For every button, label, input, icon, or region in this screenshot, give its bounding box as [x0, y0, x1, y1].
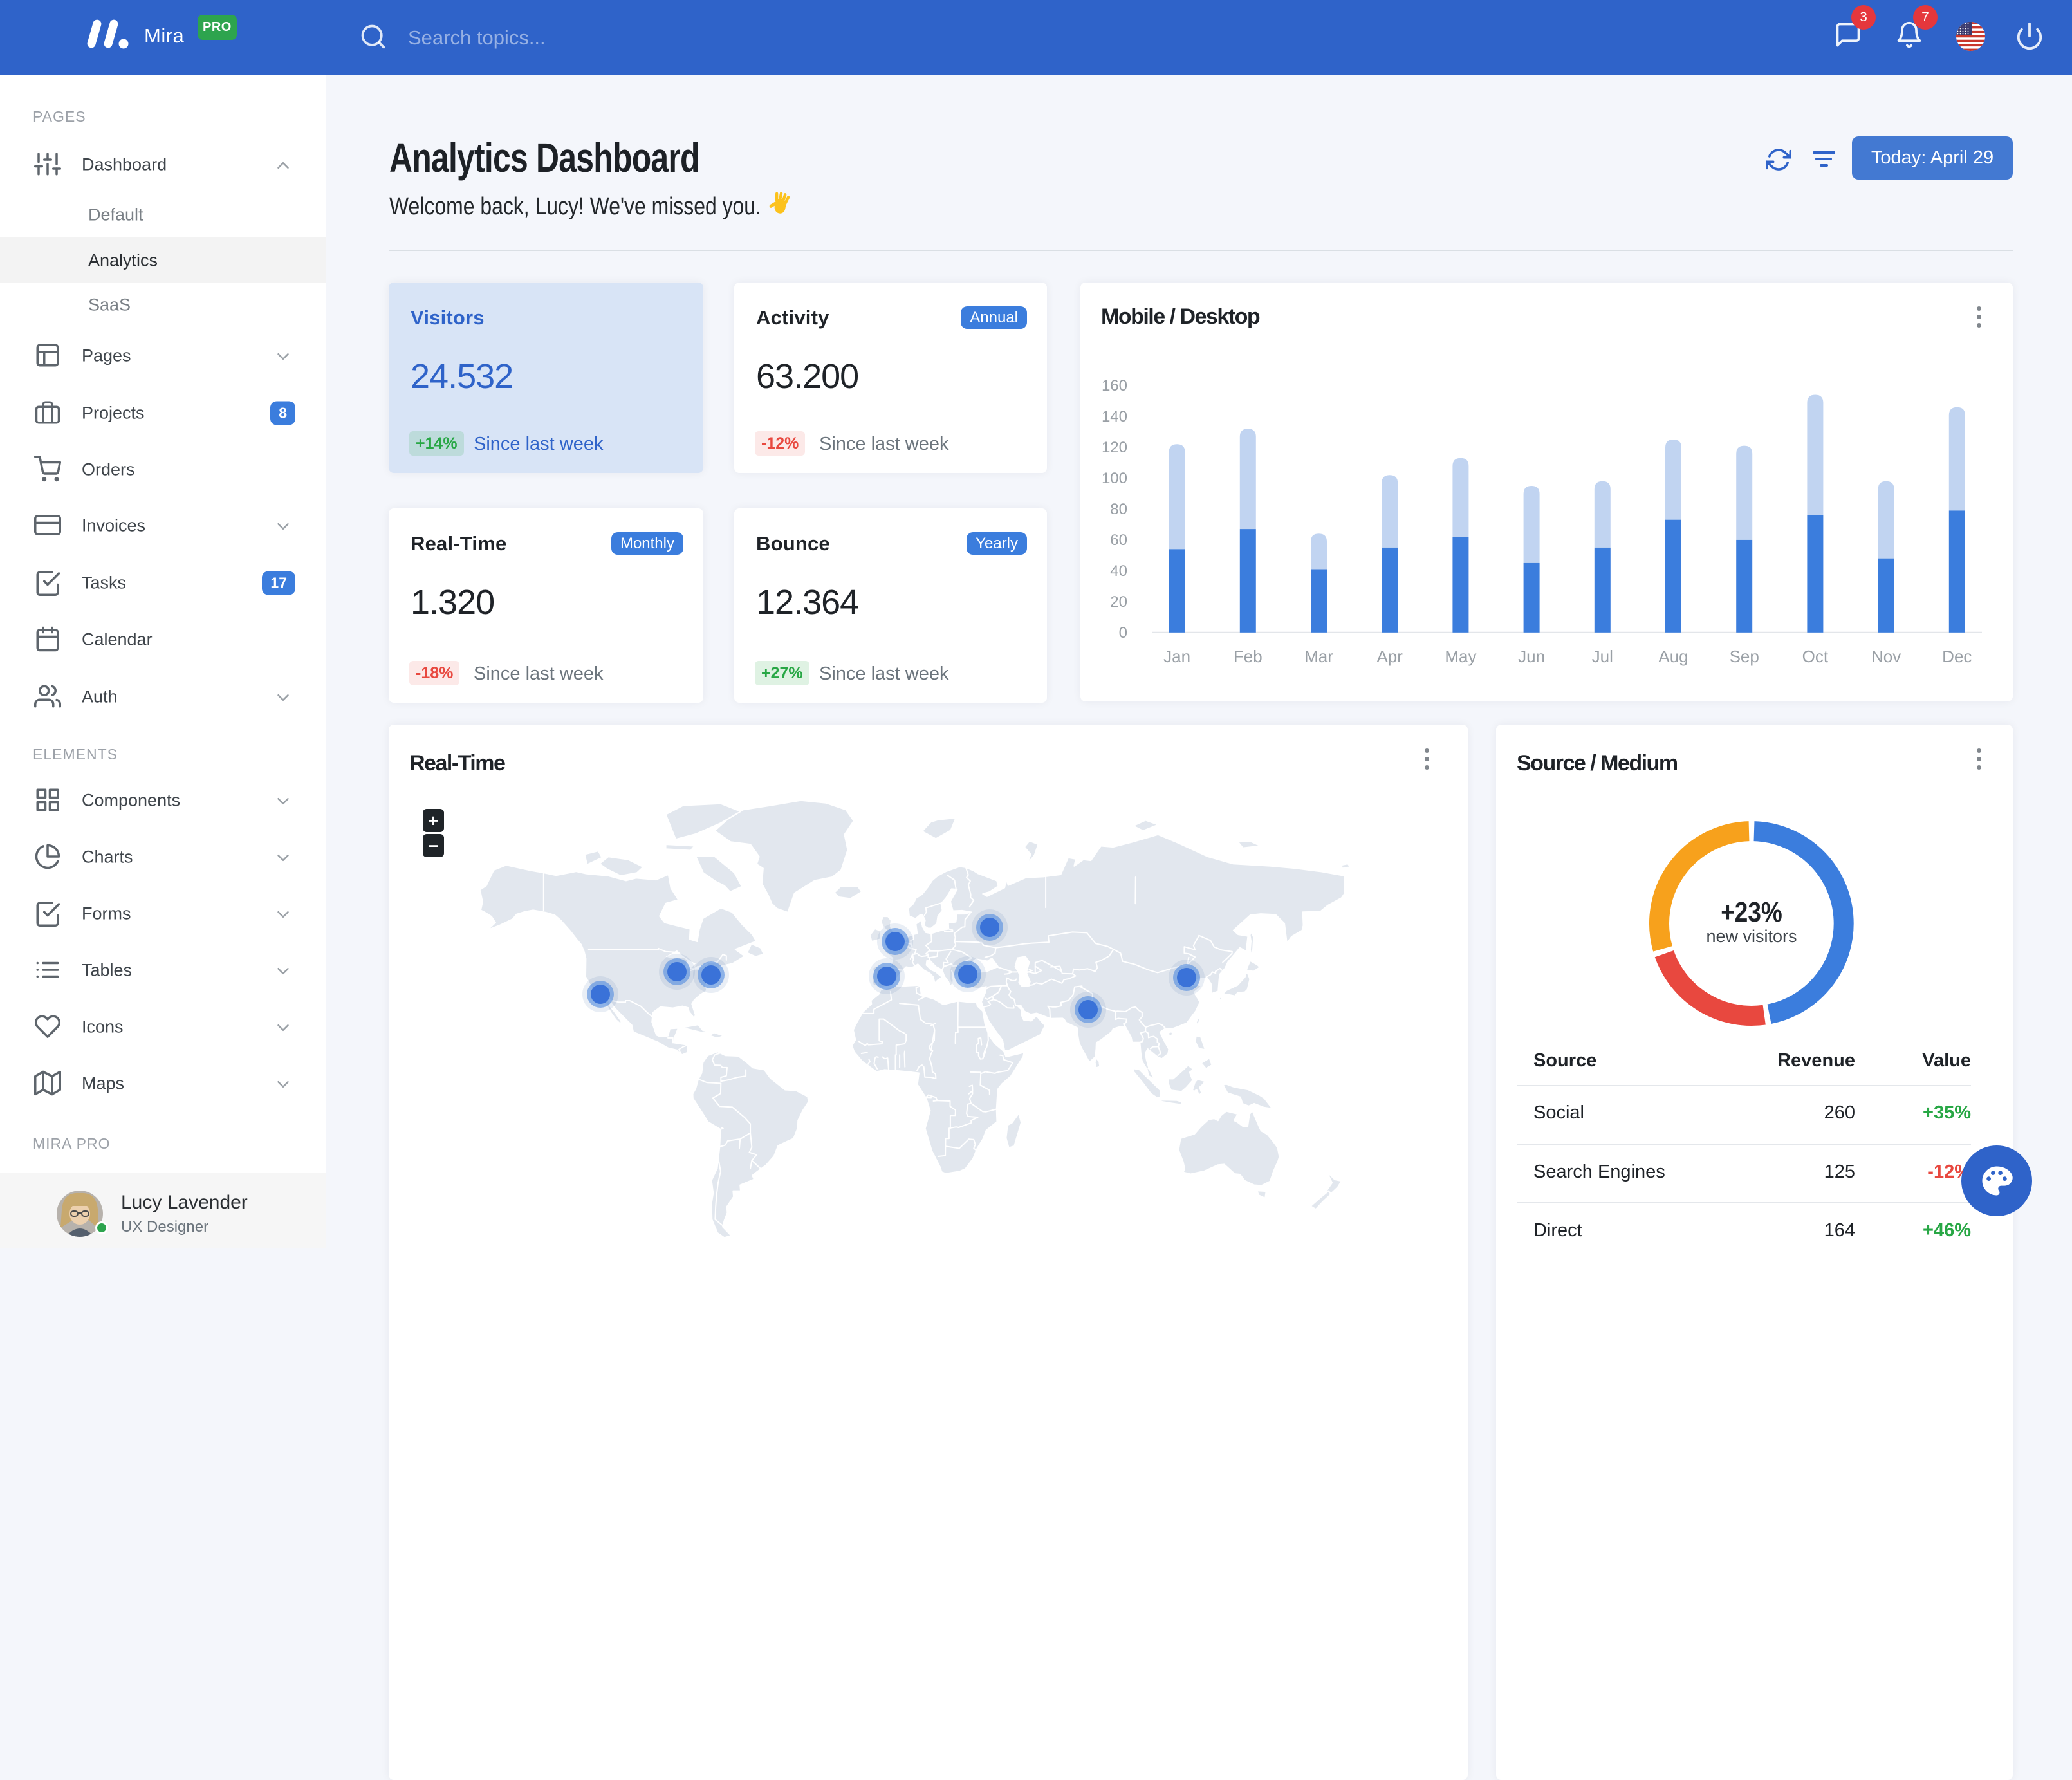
svg-text:Jul: Jul	[1592, 647, 1613, 666]
svg-text:0: 0	[1119, 624, 1127, 642]
svg-text:Sep: Sep	[1730, 647, 1759, 666]
svg-text:Apr: Apr	[1376, 647, 1403, 666]
svg-text:Dec: Dec	[1942, 647, 1972, 666]
svg-text:60: 60	[1110, 532, 1127, 549]
svg-text:120: 120	[1102, 439, 1127, 456]
svg-text:160: 160	[1102, 377, 1127, 394]
svg-text:100: 100	[1102, 470, 1127, 487]
svg-text:Mar: Mar	[1304, 647, 1333, 666]
svg-text:Oct: Oct	[1802, 647, 1829, 666]
svg-text:Nov: Nov	[1871, 647, 1901, 666]
svg-text:Jan: Jan	[1163, 647, 1190, 666]
svg-text:Feb: Feb	[1234, 647, 1263, 666]
svg-text:20: 20	[1110, 593, 1127, 611]
svg-text:80: 80	[1110, 501, 1127, 518]
svg-text:Jun: Jun	[1518, 647, 1545, 666]
svg-text:40: 40	[1110, 562, 1127, 580]
svg-text:May: May	[1445, 647, 1476, 666]
svg-text:140: 140	[1102, 408, 1127, 425]
svg-text:Aug: Aug	[1658, 647, 1688, 666]
